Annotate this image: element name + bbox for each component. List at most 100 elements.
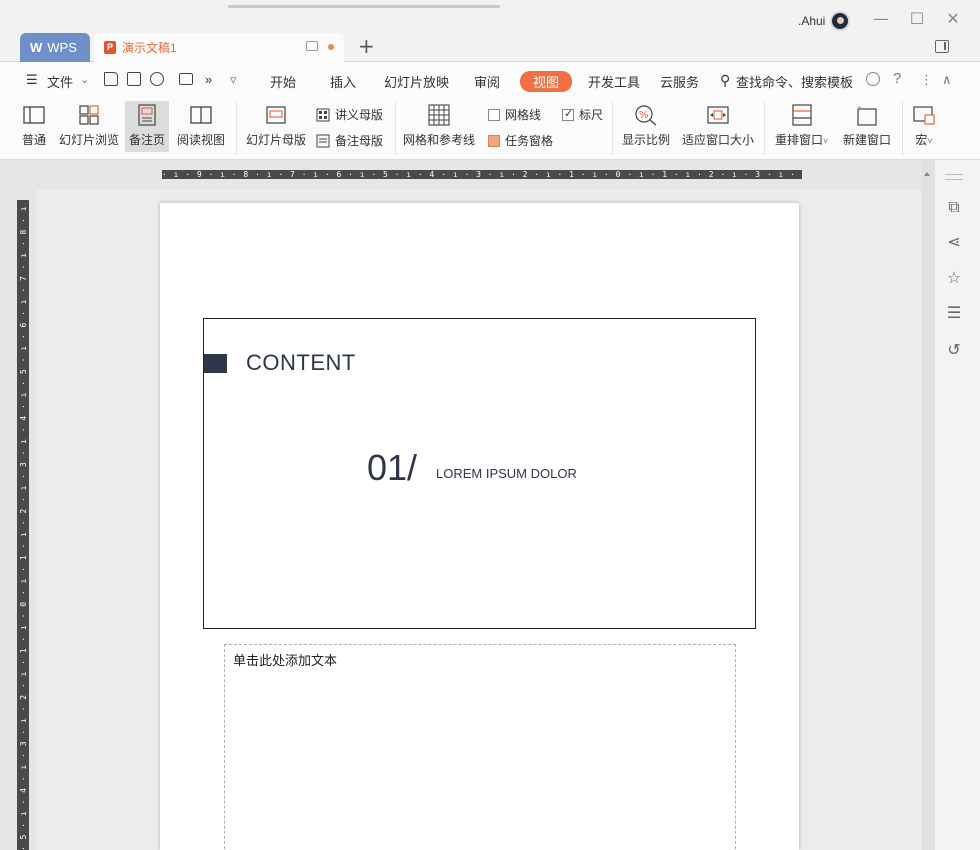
notes-page-button[interactable]: 备注页 (125, 101, 170, 152)
new-window-label: 新建窗口 (843, 133, 892, 147)
star-magic-icon[interactable]: ☆ (945, 269, 963, 287)
normal-view-button[interactable]: 普通 (22, 104, 46, 148)
title-drag-handle[interactable] (228, 5, 500, 8)
slide-sorter-icon (77, 104, 101, 126)
new-window-icon: * (855, 104, 879, 126)
grid-icon (427, 104, 451, 126)
grid-guides-label: 网格和参考线 (403, 133, 476, 147)
arrange-windows-button[interactable]: 重排窗口˅ (775, 104, 828, 148)
menu-developer[interactable]: 开发工具 (588, 72, 640, 91)
panel-drag-handle[interactable] (945, 174, 963, 180)
task-pane-label: 任务窗格 (505, 134, 554, 148)
history-icon[interactable]: ↺ (945, 341, 963, 359)
menu-file[interactable]: 文件 (47, 72, 73, 91)
menu-bar: ☰ 文件 ⌄ » ▿ 开始 插入 幻灯片放映 审阅 视图 开发工具 云服务 ⚲ … (0, 62, 980, 98)
task-pane-checkbox-box[interactable] (488, 134, 500, 147)
user-account[interactable]: .Ahui (798, 11, 851, 31)
vertical-scrollbar[interactable] (922, 160, 934, 850)
arrange-windows-label: 重排窗口˅ (775, 131, 828, 148)
settings-sliders-icon[interactable]: ☰ (945, 304, 963, 322)
menu-view[interactable]: 视图 (520, 71, 573, 92)
gridlines-checkbox-box[interactable] (488, 108, 500, 121)
arrange-windows-text: 重排窗口 (775, 133, 824, 147)
arrange-windows-icon (790, 104, 814, 126)
notes-page-icon (135, 104, 159, 126)
ruler-checkbox-box[interactable] (562, 107, 574, 121)
ribbon-divider (612, 102, 613, 156)
new-window-button[interactable]: * 新建窗口 (843, 104, 891, 148)
normal-view-icon (22, 104, 46, 126)
close-button[interactable]: ✕ (942, 8, 964, 30)
slide-thumbnail[interactable]: CONTENT 01/ LOREM IPSUM DOLOR (203, 318, 756, 629)
slide-subtitle: LOREM IPSUM DOLOR (436, 466, 577, 481)
handout-master-icon (316, 108, 330, 121)
svg-text:*: * (857, 105, 862, 116)
chevron-down-icon[interactable]: ⌄ (80, 73, 89, 86)
wps-tab-label: WPS (47, 40, 77, 55)
ruler-checkbox[interactable]: 标尺 (562, 106, 603, 123)
side-panel-toggle-icon[interactable] (935, 40, 949, 53)
slide-master-button[interactable]: 幻灯片母版 (246, 104, 306, 148)
open-folder-icon[interactable] (104, 72, 118, 86)
zoom-label: 显示比例 (622, 133, 671, 147)
task-pane-checkbox[interactable]: 任务窗格 (488, 132, 553, 149)
notes-page-label: 备注页 (129, 133, 166, 147)
vertical-ruler[interactable]: · 5 · ı · 4 · ı · 3 · ı · 2 · ı · 1 · ı … (17, 200, 29, 850)
user-name: .Ahui (798, 14, 826, 28)
feedback-icon[interactable] (866, 72, 880, 86)
slide-browse-button[interactable]: 幻灯片浏览 (59, 104, 119, 148)
slide-master-label: 幻灯片母版 (246, 133, 307, 147)
scroll-up-icon[interactable] (924, 172, 930, 176)
template-icon[interactable]: ⧉ (945, 198, 963, 216)
tab-wps-home[interactable]: W WPS (20, 33, 90, 62)
customize-dropdown-icon[interactable]: ▿ (230, 72, 237, 88)
more-quick-access-icon[interactable]: » (205, 72, 212, 87)
search-icon[interactable]: ⚲ (720, 72, 730, 89)
menu-cloud[interactable]: 云服务 (660, 72, 699, 91)
print-icon[interactable] (179, 73, 193, 85)
notes-master-icon (316, 134, 330, 147)
print-preview-icon[interactable] (150, 72, 164, 86)
slide-master-icon (264, 104, 288, 126)
gridlines-checkbox[interactable]: 网格线 (488, 106, 541, 123)
minimize-button[interactable]: — (870, 8, 892, 30)
notes-master-button[interactable]: 备注母版 (316, 132, 383, 149)
fit-window-label: 适应窗口大小 (682, 133, 755, 147)
tab-document[interactable]: P 演示文稿1 (94, 33, 344, 62)
notes-placeholder-box[interactable]: 单击此处添加文本 (224, 644, 736, 850)
share-icon[interactable]: ⋖ (945, 233, 963, 251)
menu-review[interactable]: 审阅 (474, 72, 500, 91)
wps-logo-icon: W (30, 40, 43, 55)
macro-label: 宏˅ (915, 131, 932, 148)
book-icon (189, 104, 213, 126)
macro-button[interactable]: 宏˅ (912, 104, 936, 148)
new-tab-button[interactable]: + (358, 34, 375, 58)
zoom-button[interactable]: % 显示比例 (622, 104, 670, 148)
reading-view-button[interactable]: 阅读视图 (177, 104, 225, 148)
right-side-panel: ⧉ ⋖ ☆ ☰ ↺ (934, 160, 980, 850)
command-search[interactable]: 查找命令、搜索模板 (736, 72, 853, 91)
avatar[interactable] (830, 11, 851, 31)
maximize-button[interactable]: ☐ (906, 8, 928, 30)
menu-home[interactable]: 开始 (270, 72, 296, 91)
gridlines-label: 网格线 (505, 108, 542, 122)
normal-view-label: 普通 (22, 133, 47, 147)
handout-master-button[interactable]: 讲义母版 (316, 106, 383, 123)
unsaved-dot-icon (328, 44, 334, 50)
present-icon[interactable] (306, 41, 318, 51)
horizontal-ruler[interactable]: · ı · 9 · ı · 8 · ı · 7 · ı · 6 · ı · 5 … (162, 170, 802, 179)
grid-guides-button[interactable]: 网格和参考线 (403, 104, 475, 148)
svg-text:%: % (639, 110, 649, 121)
fit-window-button[interactable]: 适应窗口大小 (682, 104, 754, 148)
fit-window-icon (706, 104, 730, 126)
menu-slideshow[interactable]: 幻灯片放映 (384, 72, 449, 91)
macro-text: 宏 (915, 133, 928, 147)
menu-insert[interactable]: 插入 (330, 72, 356, 91)
ribbon-divider (236, 102, 237, 156)
collapse-ribbon-icon[interactable]: ∧ (942, 72, 952, 88)
more-options-icon[interactable]: ⋮ (920, 72, 933, 88)
hamburger-menu-icon[interactable]: ☰ (26, 72, 38, 88)
save-icon[interactable] (127, 72, 141, 86)
ribbon-divider (764, 102, 765, 156)
help-icon[interactable]: ? (893, 70, 901, 87)
